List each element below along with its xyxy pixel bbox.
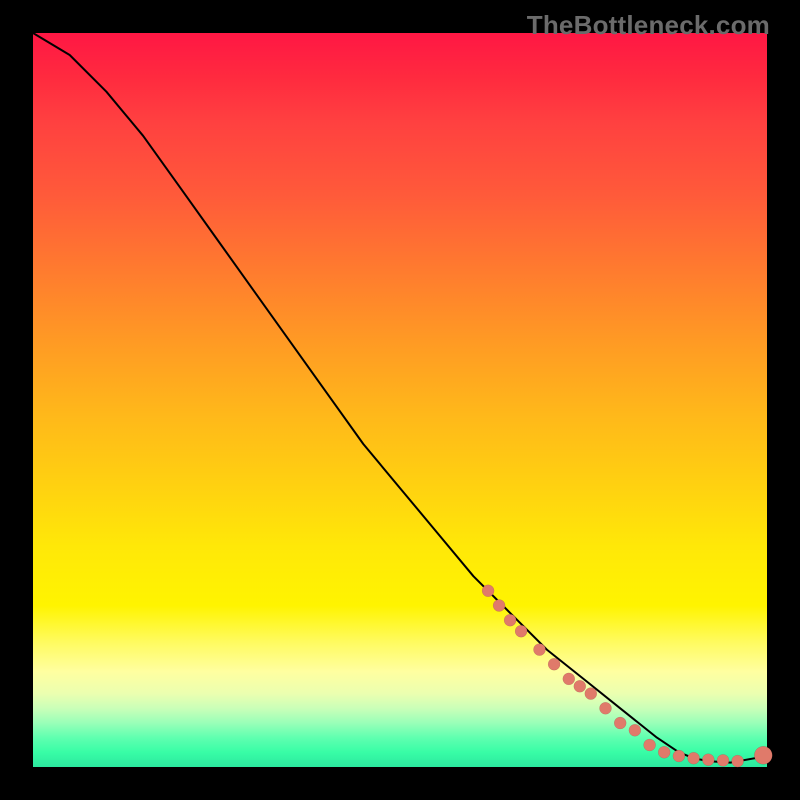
sample-dot: [673, 750, 685, 762]
chart-stage: TheBottleneck.com: [0, 0, 800, 800]
sample-dot: [688, 752, 700, 764]
sample-dot: [658, 746, 670, 758]
sample-dot: [548, 658, 560, 670]
sample-dot: [629, 724, 641, 736]
sample-dot: [600, 702, 612, 714]
sample-dot: [702, 754, 714, 766]
sample-dot: [644, 739, 656, 751]
sample-dot: [493, 600, 505, 612]
sample-dot: [515, 625, 527, 637]
sample-dots-group: [482, 585, 772, 767]
sample-dot: [574, 680, 586, 692]
sample-dot: [754, 746, 772, 764]
chart-svg: [33, 33, 767, 767]
sample-dot: [534, 644, 546, 656]
sample-dot: [482, 585, 494, 597]
chart-plot-area: [33, 33, 767, 767]
bottleneck-curve: [33, 33, 767, 763]
sample-dot: [563, 673, 575, 685]
sample-dot: [614, 717, 626, 729]
sample-dot: [717, 754, 729, 766]
sample-dot: [585, 688, 597, 700]
watermark-label: TheBottleneck.com: [527, 10, 770, 41]
sample-dot: [504, 614, 516, 626]
sample-dot: [732, 755, 744, 767]
